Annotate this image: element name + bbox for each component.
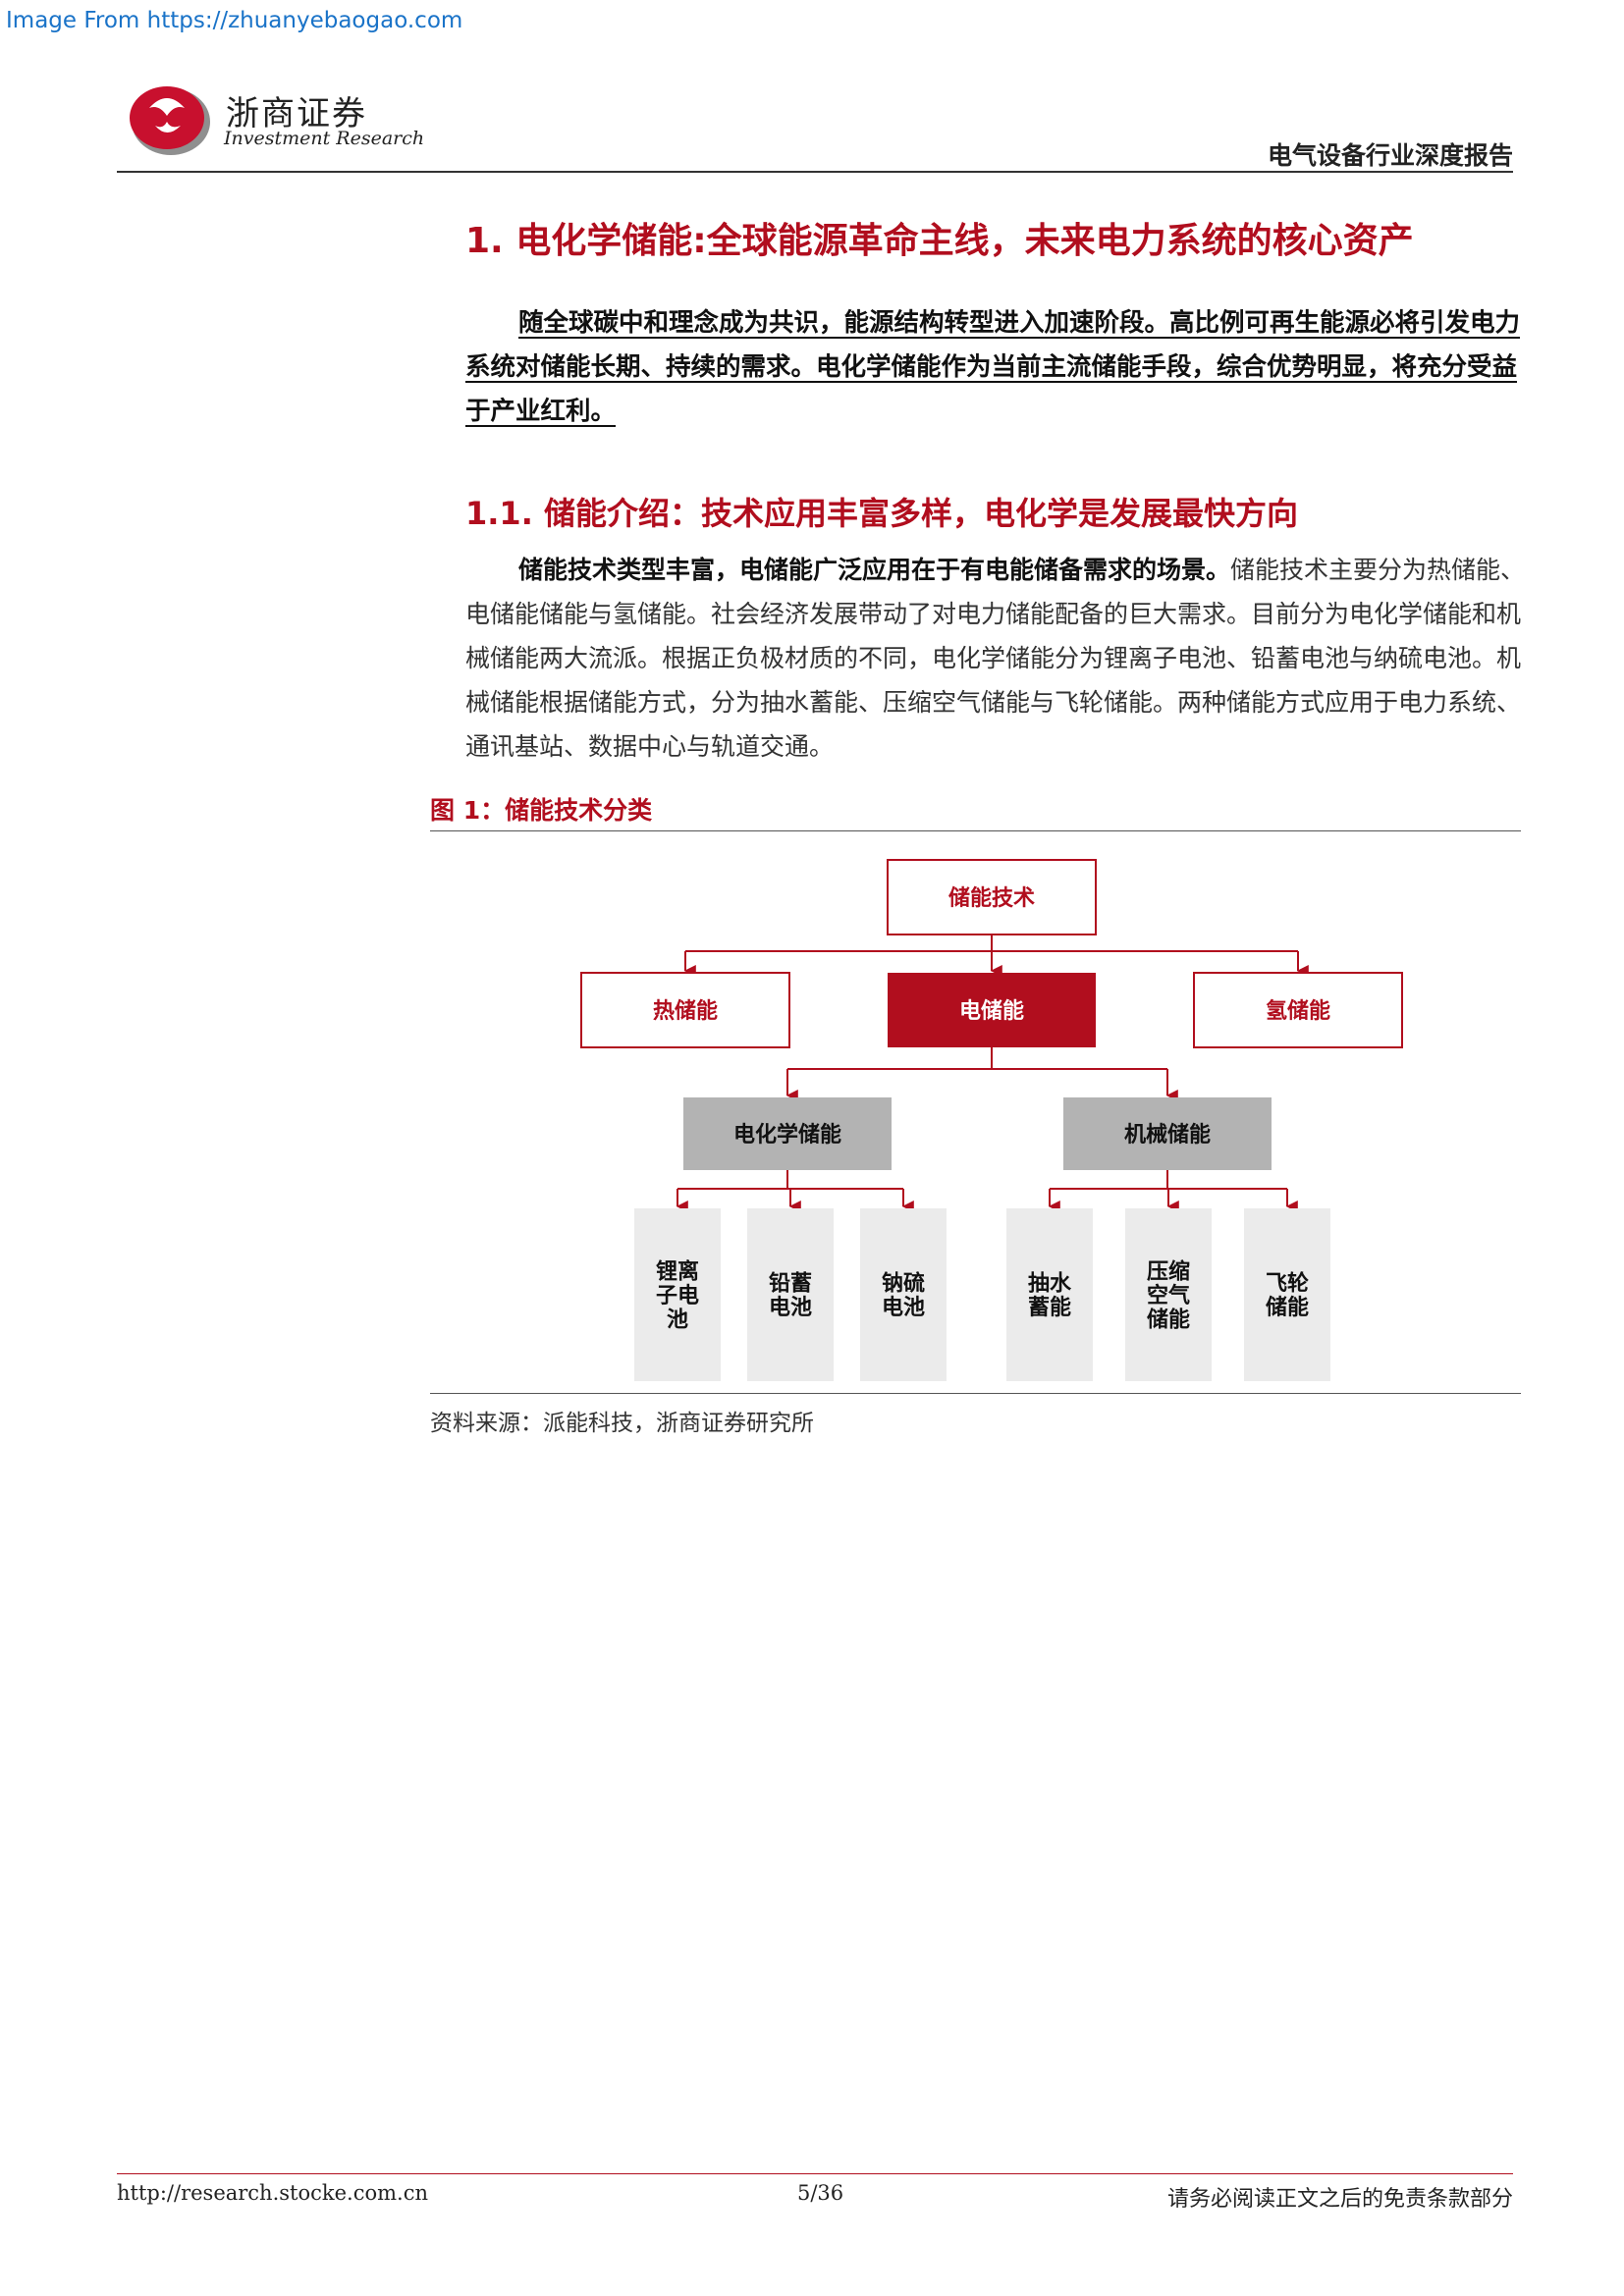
node-leaf-electrochemical-2: 钠硫电池	[860, 1208, 947, 1381]
node-leaf-electrochemical-0-label: 子电	[656, 1284, 699, 1308]
page-number: 5/36	[797, 2181, 844, 2205]
node-leaf-mechanical-1-label: 空气	[1147, 1283, 1190, 1308]
node-leaf-electrochemical-1-label: 铅蓄	[769, 1271, 812, 1297]
figure-bottom-divider	[430, 1393, 1521, 1394]
node-leaf-mechanical-2: 飞轮储能	[1244, 1208, 1330, 1381]
node-root: 储能技术	[887, 859, 1097, 935]
node-leaf-mechanical-1: 压缩空气储能	[1125, 1208, 1212, 1381]
node-leaf-electrochemical-1: 铅蓄电池	[747, 1208, 834, 1381]
node-leaf-electrochemical-0: 锂离子电池	[634, 1208, 721, 1381]
footer-divider	[117, 2173, 1513, 2174]
node-level2-1-label: 电储能	[959, 998, 1024, 1024]
storage-tech-diagram: 储能技术热储能 电储能 氢储能电化学储能 机械储能锂离子电池铅蓄电池钠硫电池抽水蓄能压…	[580, 859, 1403, 1381]
node-leaf-electrochemical-0-label: 池	[667, 1308, 688, 1333]
footer-disclaimer: 请务必阅读正文之后的免责条款部分	[1166, 2187, 1513, 2212]
node-leaf-electrochemical-1-label: 电池	[769, 1296, 812, 1320]
figure-source: 资料来源：派能科技，浙商证券研究所	[430, 1411, 814, 1436]
node-leaf-mechanical-2-label: 飞轮	[1266, 1271, 1309, 1297]
node-level2-2: 氢储能	[1193, 972, 1403, 1048]
node-level2-0-label: 热储能	[653, 998, 718, 1024]
node-leaf-mechanical-0-label: 抽水	[1028, 1272, 1072, 1297]
node-level3-1-label: 机械储能	[1124, 1122, 1211, 1148]
node-level2-2-label: 氢储能	[1266, 998, 1330, 1024]
node-level2-0: 热储能	[580, 972, 790, 1048]
node-level3-0: 电化学储能	[683, 1097, 892, 1170]
node-leaf-electrochemical-2-label: 钠硫	[882, 1271, 925, 1297]
node-leaf-mechanical-1-label: 压缩	[1147, 1258, 1190, 1284]
node-leaf-mechanical-1-label: 储能	[1147, 1308, 1190, 1333]
node-root-label: 储能技术	[948, 885, 1035, 911]
node-leaf-mechanical-2-label: 储能	[1266, 1295, 1309, 1320]
node-leaf-electrochemical-0-label: 锂离	[656, 1258, 699, 1284]
node-level3-0-label: 电化学储能	[733, 1122, 841, 1148]
node-leaf-mechanical-0: 抽水蓄能	[1006, 1208, 1093, 1381]
node-level2-1: 电储能	[888, 973, 1096, 1047]
footer-url: http://research.stocke.com.cn	[117, 2181, 428, 2205]
node-leaf-mechanical-0-label: 蓄能	[1028, 1295, 1071, 1320]
node-level3-1: 机械储能	[1063, 1097, 1272, 1170]
node-leaf-electrochemical-2-label: 电池	[882, 1296, 925, 1320]
